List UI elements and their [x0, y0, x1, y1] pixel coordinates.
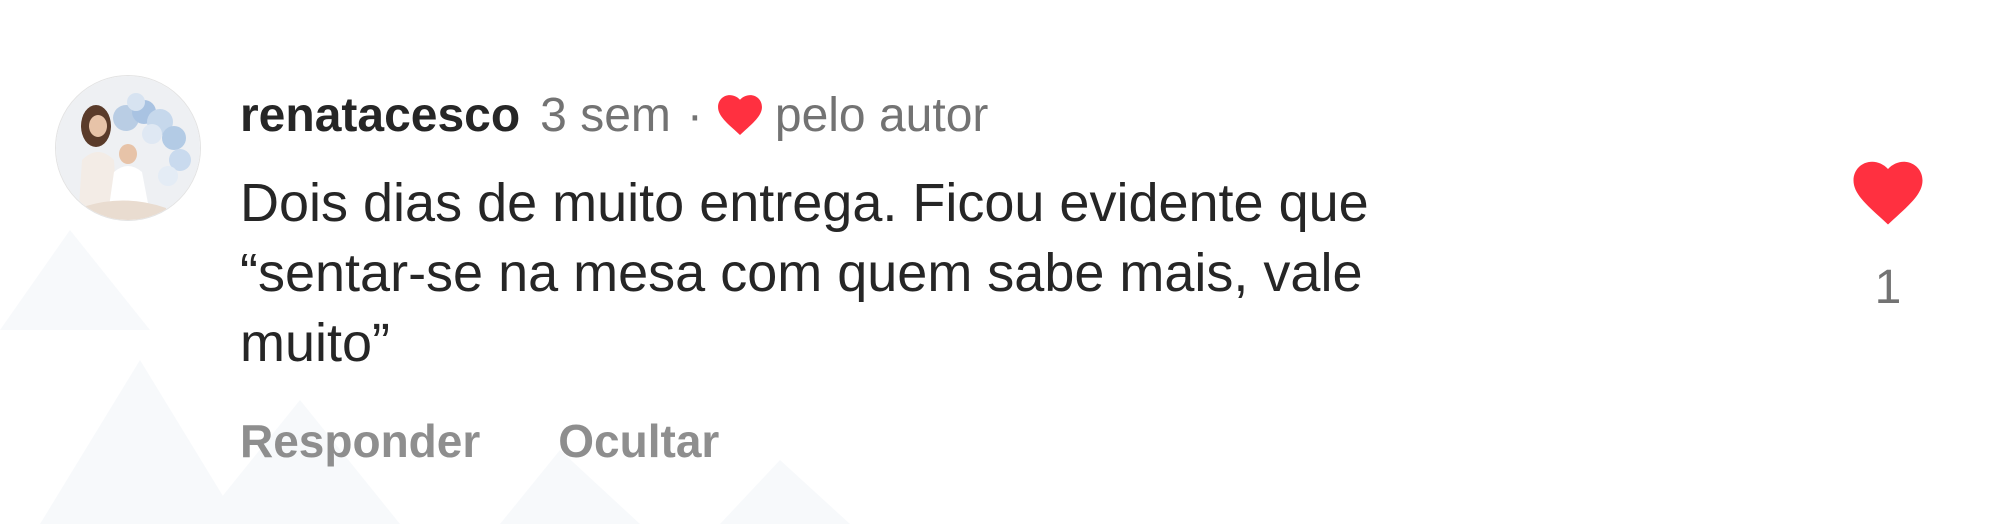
- timestamp: 3 sem: [540, 88, 671, 142]
- liked-by-author-label: pelo autor: [774, 88, 989, 142]
- user-avatar-photo-icon: [56, 76, 200, 220]
- comment-text: Dois dias de muito entrega. Ficou eviden…: [240, 173, 1369, 373]
- comment-actions: Responder Ocultar: [240, 414, 719, 468]
- username[interactable]: renatacesco: [240, 88, 520, 143]
- avatar[interactable]: [55, 75, 201, 221]
- heart-icon: [717, 95, 762, 136]
- hide-button[interactable]: Ocultar: [558, 414, 719, 468]
- comment-item: renatacesco 3 sem · pelo autor Dois dias…: [0, 0, 2016, 524]
- like-column: 1: [1848, 160, 1928, 315]
- like-count[interactable]: 1: [1848, 260, 1928, 315]
- reply-button[interactable]: Responder: [240, 414, 480, 468]
- like-heart-icon[interactable]: [1851, 160, 1925, 226]
- comment-header: renatacesco 3 sem · pelo autor: [240, 80, 988, 150]
- separator-dot: ·: [686, 88, 703, 142]
